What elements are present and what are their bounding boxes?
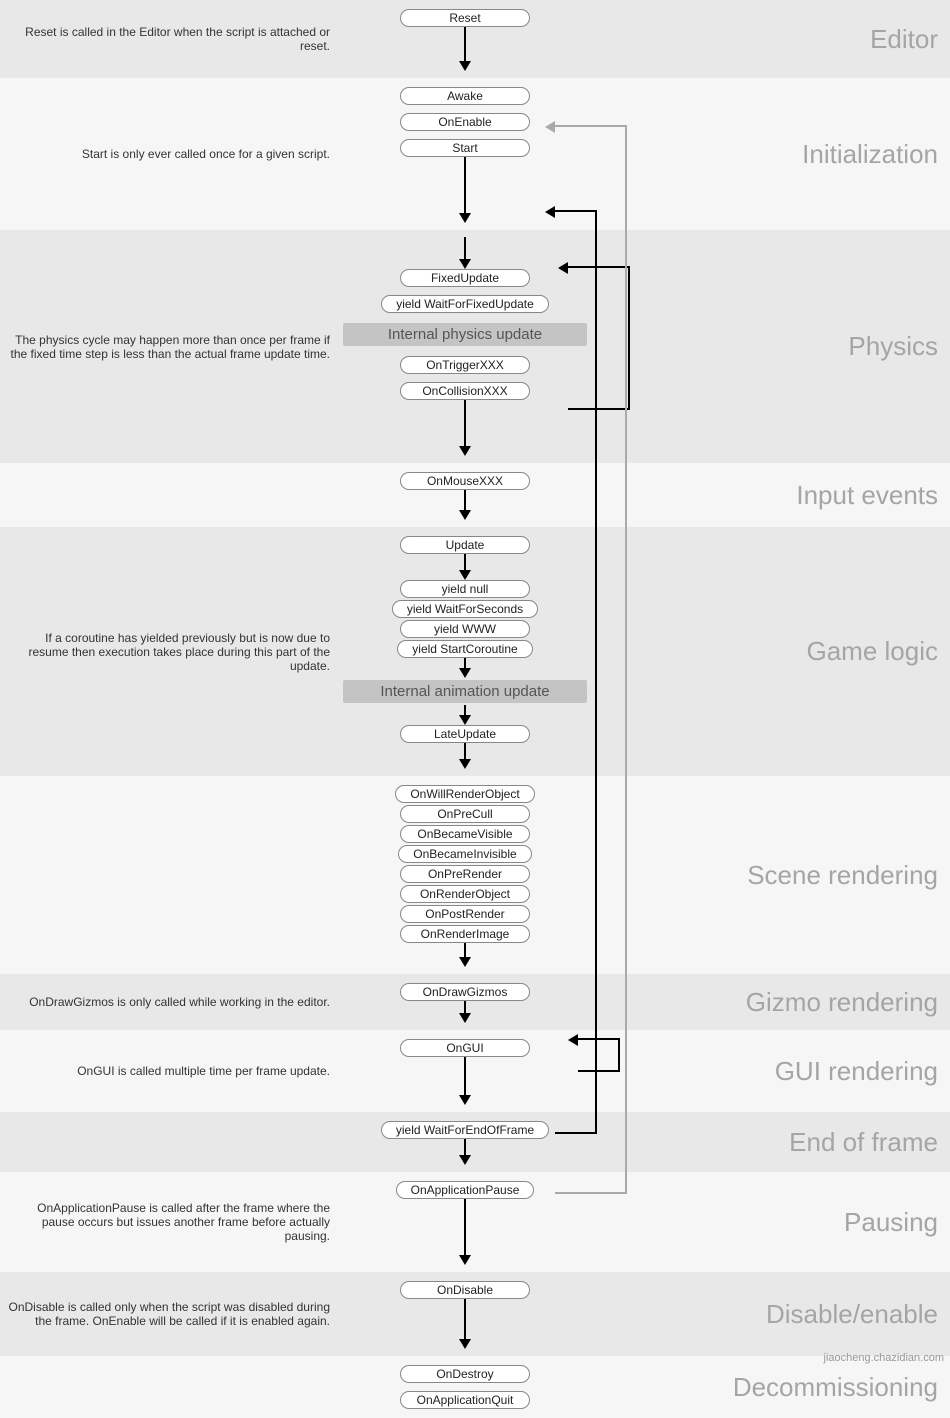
section-physics: The physics cycle may happen more than o…	[0, 230, 950, 463]
title-endframe: End of frame	[590, 1127, 950, 1158]
node-yield-www: yield WWW	[400, 620, 530, 638]
arrow-down-icon	[459, 743, 471, 769]
title-gamelogic: Game logic	[590, 636, 950, 667]
title-input: Input events	[590, 480, 950, 511]
note-gizmo: OnDrawGizmos is only called while workin…	[0, 989, 340, 1015]
title-disable: Disable/enable	[590, 1299, 950, 1330]
note-disable: OnDisable is called only when the script…	[0, 1294, 340, 1334]
node-reset: Reset	[400, 9, 530, 27]
title-scene: Scene rendering	[590, 860, 950, 891]
node-onpostrender: OnPostRender	[400, 905, 530, 923]
node-onbecameinvisible: OnBecameInvisible	[398, 845, 531, 863]
note-gamelogic: If a coroutine has yielded previously bu…	[0, 625, 340, 679]
title-physics: Physics	[590, 331, 950, 362]
arrow-down-icon	[459, 1139, 471, 1165]
node-awake: Awake	[400, 87, 530, 105]
arrow-down-icon	[459, 1001, 471, 1023]
node-fixedupdate: FixedUpdate	[400, 269, 530, 287]
node-onapplicationquit: OnApplicationQuit	[400, 1391, 530, 1409]
note-pausing: OnApplicationPause is called after the f…	[0, 1195, 340, 1249]
node-ondestroy: OnDestroy	[400, 1365, 530, 1383]
node-yield-null: yield null	[400, 580, 530, 598]
arrow-down-icon	[459, 943, 471, 967]
arrow-down-icon	[459, 1057, 471, 1105]
title-editor: Editor	[590, 24, 950, 55]
node-update: Update	[400, 536, 530, 554]
section-endframe: yield WaitForEndOfFrame End of frame	[0, 1112, 950, 1172]
note-gui: OnGUI is called multiple time per frame …	[0, 1058, 340, 1084]
node-ontrigger: OnTriggerXXX	[400, 356, 530, 374]
node-start: Start	[400, 139, 530, 157]
arrow-down-icon	[459, 705, 471, 725]
node-lateupdate: LateUpdate	[400, 725, 530, 743]
node-onenable: OnEnable	[400, 113, 530, 131]
node-onapplicationpause: OnApplicationPause	[396, 1181, 535, 1199]
node-internal-physics: Internal physics update	[343, 323, 587, 346]
arrow-down-icon	[459, 157, 471, 223]
arrow-down-icon	[459, 27, 471, 71]
node-onmouse: OnMouseXXX	[400, 472, 530, 490]
note-editor: Reset is called in the Editor when the s…	[0, 19, 340, 59]
section-gamelogic: If a coroutine has yielded previously bu…	[0, 527, 950, 776]
title-pausing: Pausing	[590, 1207, 950, 1238]
node-onrenderimage: OnRenderImage	[400, 925, 530, 943]
title-gui: GUI rendering	[590, 1056, 950, 1087]
section-pausing: OnApplicationPause is called after the f…	[0, 1172, 950, 1272]
node-yield-waitforfixedupdate: yield WaitForFixedUpdate	[381, 295, 549, 313]
arrow-down-icon	[459, 1199, 471, 1265]
arrow-down-icon	[459, 400, 471, 456]
node-onwillrenderobject: OnWillRenderObject	[395, 785, 534, 803]
node-onprerender: OnPreRender	[400, 865, 530, 883]
node-onprecull: OnPreCull	[400, 805, 530, 823]
node-ondisable: OnDisable	[400, 1281, 530, 1299]
note-initialization: Start is only ever called once for a giv…	[0, 141, 340, 167]
section-decomm: OnDestroy OnApplicationQuit Decommission…	[0, 1356, 950, 1418]
node-internal-animation: Internal animation update	[343, 680, 587, 703]
node-oncollision: OnCollisionXXX	[400, 382, 530, 400]
node-yield-waitforseconds: yield WaitForSeconds	[392, 600, 538, 618]
watermark: jiaocheng.chazidian.com	[824, 1352, 944, 1364]
node-ongui: OnGUI	[400, 1039, 530, 1057]
section-input: OnMouseXXX Input events	[0, 463, 950, 527]
node-ondrawgizmos: OnDrawGizmos	[400, 983, 530, 1001]
arrow-down-icon	[459, 554, 471, 580]
title-gizmo: Gizmo rendering	[590, 987, 950, 1018]
arrow-down-icon	[459, 237, 471, 269]
node-yield-startcoroutine: yield StartCoroutine	[397, 640, 532, 658]
section-disable: OnDisable is called only when the script…	[0, 1272, 950, 1356]
section-initialization: Start is only ever called once for a giv…	[0, 78, 950, 230]
node-yield-waitforendofframe: yield WaitForEndOfFrame	[381, 1121, 549, 1139]
section-gui: OnGUI is called multiple time per frame …	[0, 1030, 950, 1112]
section-editor: Reset is called in the Editor when the s…	[0, 0, 950, 78]
arrow-down-icon	[459, 490, 471, 520]
arrow-down-icon	[459, 658, 471, 678]
section-scene: OnWillRenderObject OnPreCull OnBecameVis…	[0, 776, 950, 974]
note-physics: The physics cycle may happen more than o…	[0, 327, 340, 367]
title-decomm: Decommissioning	[590, 1372, 950, 1403]
node-onbecamevisible: OnBecameVisible	[400, 825, 530, 843]
section-gizmo: OnDrawGizmos is only called while workin…	[0, 974, 950, 1030]
arrow-down-icon	[459, 1299, 471, 1349]
node-onrenderobject: OnRenderObject	[400, 885, 530, 903]
title-initialization: Initialization	[590, 139, 950, 170]
